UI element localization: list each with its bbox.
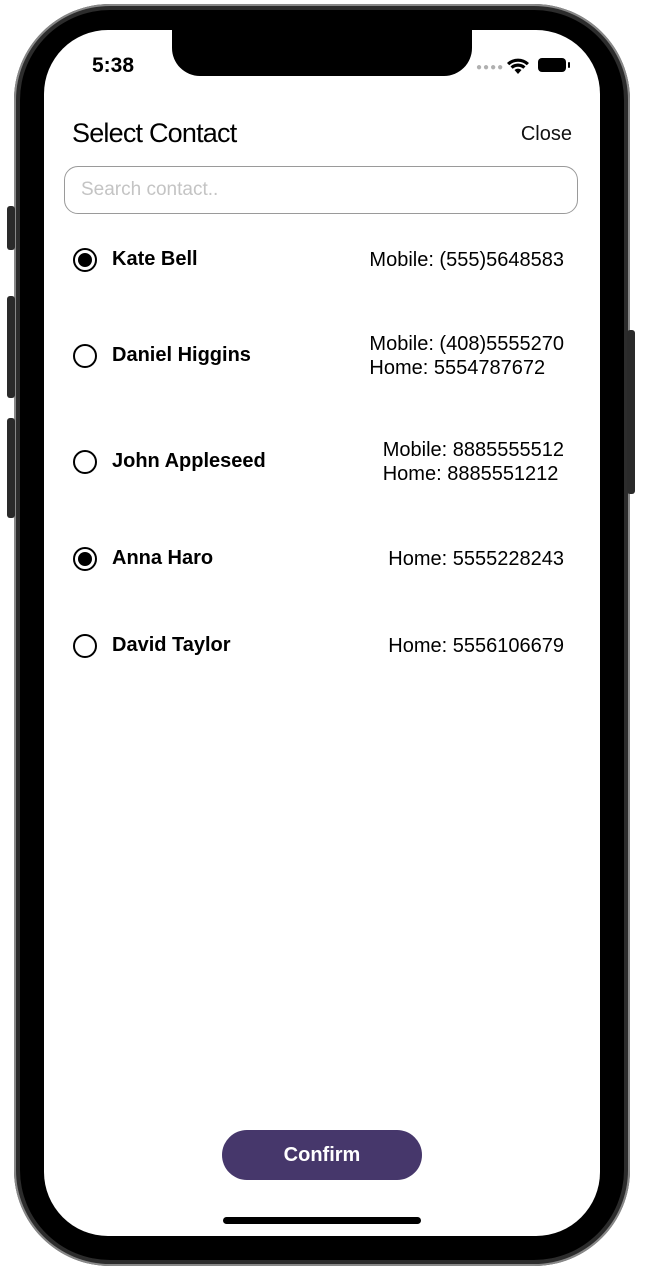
contact-phones: Home: 5555228243	[388, 547, 564, 571]
notch	[172, 30, 472, 76]
volume-down-button	[7, 418, 15, 518]
page-title: Select Contact	[72, 118, 237, 148]
search-field[interactable]	[64, 166, 578, 214]
phone-number: Mobile: (408)5555270	[369, 333, 564, 355]
contact-phones: Mobile: 8885555512 Home: 8885551212	[383, 438, 564, 486]
phone-number: Home: 8885551212	[382, 463, 559, 485]
radio-button[interactable]	[73, 634, 97, 658]
status-time: 5:38	[92, 54, 135, 77]
contact-row[interactable]: Daniel Higgins Mobile: (408)5555270 Home…	[44, 331, 600, 391]
silent-switch	[7, 206, 15, 250]
radio-button[interactable]	[73, 450, 97, 474]
radio-button[interactable]	[73, 547, 97, 571]
contact-row[interactable]: Anna Haro Home: 5555228243	[44, 534, 600, 584]
phone-number: Home: 5556106679	[388, 635, 564, 657]
contact-name: Daniel Higgins	[112, 344, 251, 366]
contact-row[interactable]: Kate Bell Mobile: (555)5648583	[44, 235, 600, 285]
contact-row[interactable]: John Appleseed Mobile: 8885555512 Home: …	[44, 437, 600, 497]
volume-up-button	[7, 296, 15, 398]
contact-phones: Mobile: (408)5555270 Home: 5554787672	[369, 332, 564, 380]
phone-number: Home: 5555228243	[388, 548, 564, 570]
wifi-icon	[507, 58, 529, 74]
confirm-button[interactable]: Confirm	[222, 1130, 422, 1180]
radio-button[interactable]	[73, 344, 97, 368]
phone-number: Home: 5554787672	[369, 357, 546, 379]
contact-name: John Appleseed	[112, 450, 266, 472]
contact-phones: Home: 5556106679	[388, 634, 564, 658]
close-button[interactable]: Close	[521, 123, 572, 146]
search-input[interactable]	[65, 167, 577, 213]
contact-row[interactable]: David Taylor Home: 5556106679	[44, 621, 600, 671]
radio-button[interactable]	[73, 248, 97, 272]
battery-icon	[538, 58, 570, 72]
home-indicator	[223, 1217, 421, 1224]
contact-name: Kate Bell	[112, 248, 198, 270]
contact-name: David Taylor	[112, 634, 231, 656]
contact-phones: Mobile: (555)5648583	[369, 248, 564, 272]
screen: 5:38 ●●●● Select Contact Close Kate Bell…	[44, 30, 600, 1236]
contact-name: Anna Haro	[112, 547, 214, 569]
power-button	[627, 330, 635, 494]
signal-dots-icon: ●●●●	[476, 62, 505, 73]
phone-number: Mobile: 8885555512	[382, 439, 564, 461]
page: 5:38 ●●●● Select Contact Close Kate Bell…	[0, 0, 656, 1280]
phone-number: Mobile: (555)5648583	[369, 249, 564, 271]
